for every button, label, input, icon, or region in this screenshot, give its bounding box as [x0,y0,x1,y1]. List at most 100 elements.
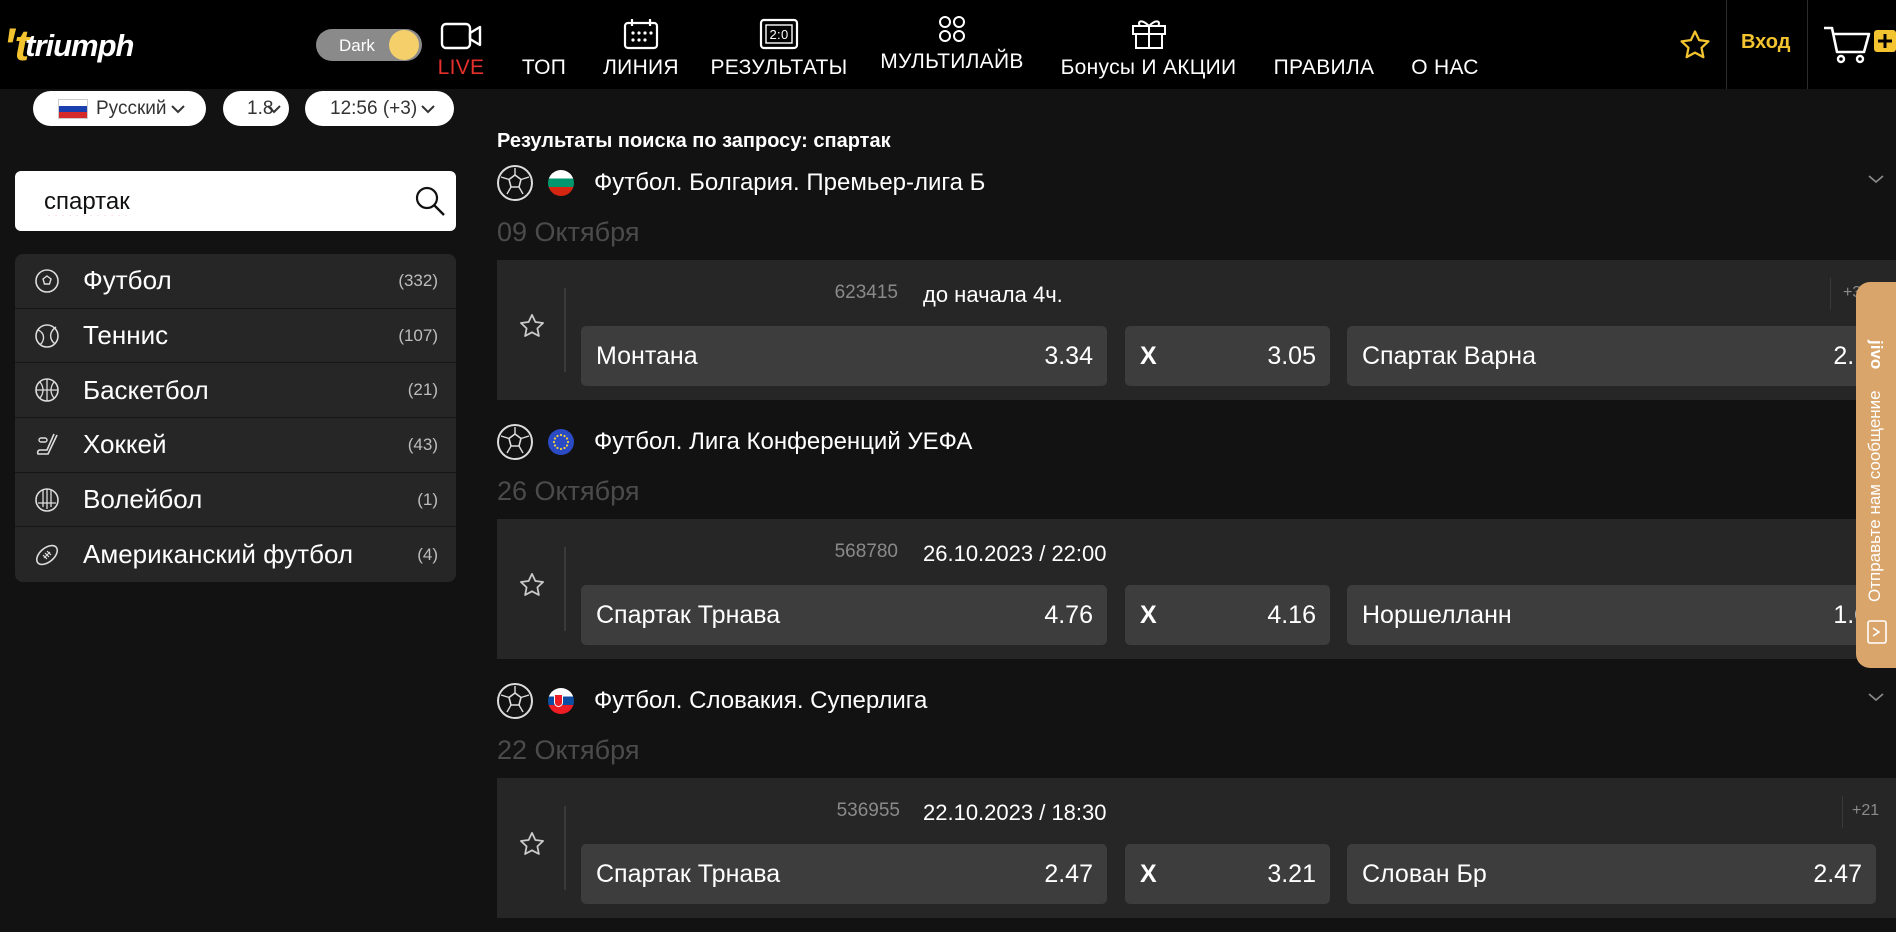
sport-item-label: Хоккей [83,429,167,460]
nav-top-label: ТОП [521,56,567,79]
chevron-down-icon [421,104,435,113]
top-header: ꞌt triumph Dark LIVE ТОП ЛИНИЯ 2:0 РЕЗУЛ… [0,0,1896,89]
gift-icon [1131,20,1166,49]
favorite-star-icon[interactable] [518,571,546,599]
logo-text: triumph [25,28,134,63]
odd-value: 3.05 [1267,341,1316,370]
russia-flag-icon [58,98,88,119]
timezone-select[interactable]: 12:56 (+3) [305,91,454,126]
sport-item-count: (332) [398,270,438,290]
triumph-logo[interactable]: ꞌt triumph [4,18,135,74]
divider [564,288,566,372]
theme-toggle[interactable]: Dark [316,29,422,61]
sport-item-label: Американский футбол [83,539,354,570]
divider [564,547,566,631]
favorite-star-icon[interactable] [518,312,546,340]
odd-button-away[interactable]: Слован Бр 2.47 [1347,844,1876,904]
odd-button-draw[interactable]: X 3.21 [1125,844,1330,904]
odds-format-select[interactable]: 1.8 [223,91,289,126]
hockey-icon [33,431,61,459]
draw-label: X [1140,600,1157,629]
scoreboard-icon: 2:0 [759,18,799,50]
favorites-star-icon[interactable] [1678,28,1712,62]
sport-item-hockey[interactable]: Хоккей (43) [15,418,456,473]
divider [1842,796,1843,828]
language-select[interactable]: Русский [33,91,206,126]
team-home: Спартак Трнава [596,600,781,629]
match-time: 26.10.2023 / 22:00 [923,541,1107,566]
match-id: 623415 [834,282,898,303]
message-icon [1867,620,1887,644]
chevron-down-icon[interactable] [1868,174,1884,184]
nav-live[interactable]: LIVE [437,16,485,80]
grid-icon [939,16,965,42]
sport-item-label: Волейбол [83,484,203,515]
match-date: 22 Октября [497,735,640,765]
match-card: 536955 22.10.2023 / 18:30 +21 Спартак Тр… [497,778,1896,918]
sport-filter-list: Футбол (332) Теннис (107) Баскетбол (21)… [15,254,456,583]
league-header[interactable]: Футбол. Лига Конференций УЕФА [496,423,1896,461]
soccer-ball-icon [497,683,533,719]
odd-button-draw[interactable]: X 3.05 [1125,326,1330,386]
sport-item-count: (107) [398,325,438,345]
team-away: Слован Бр [1362,859,1487,888]
login-button[interactable]: Вход [1741,31,1790,54]
odd-button-home[interactable]: Спартак Трнава 4.76 [581,585,1107,645]
match-time: до начала 4ч. [923,282,1063,307]
search-input[interactable] [44,185,404,219]
american-football-icon [33,541,61,569]
nav-rules[interactable]: ПРАВИЛА [1273,16,1375,80]
sport-item-count: (1) [417,489,438,509]
odd-value: 3.34 [1044,341,1093,370]
more-markets-link[interactable]: +21 [1852,802,1879,820]
nav-about[interactable]: О НАС [1411,16,1479,80]
divider [564,806,566,890]
sport-item-american-football[interactable]: Американский футбол (4) [15,527,456,582]
sport-item-volleyball[interactable]: Волейбол (1) [15,473,456,528]
odd-button-home[interactable]: Спартак Трнава 2.47 [581,844,1107,904]
team-home: Спартак Трнава [596,859,781,888]
odd-button-away[interactable]: Норшелланн 1.62 [1347,585,1896,645]
nav-bonuses[interactable]: Бонусы И АКЦИИ [1059,16,1238,80]
odd-value: 2.47 [1813,859,1862,888]
team-away: Спартак Варна [1362,341,1536,370]
sport-item-label: Футбол [83,265,172,296]
favorite-star-icon[interactable] [518,830,546,858]
odd-button-away[interactable]: Спартак Варна 2.14 [1347,326,1896,386]
jivo-logo: jivo [1867,340,1886,370]
nav-live-label: LIVE [437,56,485,79]
match-date: 09 Октября [497,217,640,247]
sport-item-basketball[interactable]: Баскетбол (21) [15,363,456,419]
sport-item-label: Теннис [83,320,169,351]
nav-line[interactable]: ЛИНИЯ [603,16,679,80]
team-home: Монтана [596,341,698,370]
divider [1830,278,1831,310]
chevron-down-icon [267,105,281,114]
soccer-ball-icon [497,424,533,460]
nav-top[interactable]: ТОП [522,16,566,80]
nav-bonuses-label: Бонусы И АКЦИИ [1060,56,1237,79]
nav-results[interactable]: 2:0 РЕЗУЛЬТАТЫ [710,16,847,80]
match-card: 623415 до начала 4ч. +30 Монтана 3.34 X … [497,260,1896,400]
search-icon[interactable] [414,185,446,217]
team-away: Норшелланн [1362,600,1512,629]
sport-item-football[interactable]: Футбол (332) [15,254,456,309]
match-time: 22.10.2023 / 18:30 [923,800,1107,825]
league-header[interactable]: Футбол. Словакия. Суперлига [496,682,1896,720]
nav-rules-label: ПРАВИЛА [1273,56,1375,79]
sport-item-count: (4) [417,544,438,564]
draw-label: X [1140,859,1157,888]
chevron-down-icon[interactable] [1868,692,1884,702]
soccer-icon [33,267,61,295]
feedback-widget-tab[interactable]: jivo Отправьте нам сообщение [1856,282,1896,668]
sport-item-tennis[interactable]: Теннис (107) [15,309,456,364]
soccer-ball-icon [497,165,533,201]
cart-icon[interactable] [1822,24,1896,64]
league-header[interactable]: Футбол. Болгария. Премьер-лига Б [496,164,1896,202]
nav-multilive[interactable]: МУЛЬТИЛАЙВ [880,10,1024,74]
odd-button-home[interactable]: Монтана 3.34 [581,326,1107,386]
odd-button-draw[interactable]: X 4.16 [1125,585,1330,645]
eu-flag-icon [548,429,574,455]
volleyball-icon [33,486,61,514]
match-card: 568780 26.10.2023 / 22:00 +1 Спартак Трн… [497,519,1896,659]
